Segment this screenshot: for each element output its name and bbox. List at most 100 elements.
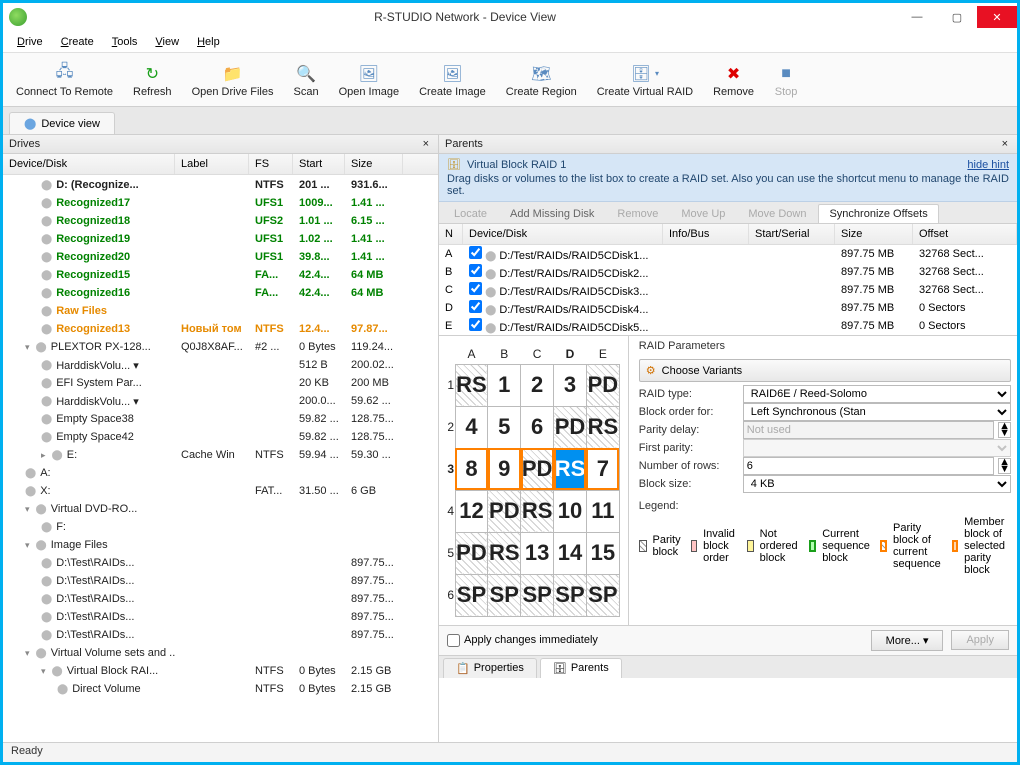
raid-cell[interactable]: SP <box>586 574 619 616</box>
drive-row[interactable]: Recognized18UFS21.01 ...6.15 ... <box>3 212 438 230</box>
raid-cell[interactable]: SP <box>488 574 521 616</box>
menu-tools[interactable]: Tools <box>104 34 146 50</box>
raid-cell[interactable]: SP <box>455 574 488 616</box>
raid-cell[interactable]: PD <box>586 364 619 406</box>
drive-row[interactable]: HarddiskVolu... ▾200.0...59.62 ... <box>3 392 438 410</box>
col-fs[interactable]: FS <box>249 154 293 174</box>
parents-panel-close[interactable]: × <box>999 138 1011 150</box>
drive-row[interactable]: Recognized17UFS11009...1.41 ... <box>3 194 438 212</box>
more-button[interactable]: More... ▾ <box>871 630 944 651</box>
raid-cell[interactable]: 7 <box>586 448 619 490</box>
toolbar-remove[interactable]: ✖Remove <box>706 59 761 101</box>
drives-panel-close[interactable]: × <box>420 138 432 150</box>
menu-create[interactable]: Create <box>53 34 102 50</box>
toolbar-create-virtual-raid[interactable]: 🗄▾Create Virtual RAID <box>590 59 700 101</box>
drive-row[interactable]: Empty Space4259.82 ...128.75... <box>3 428 438 446</box>
raid-cell[interactable]: 11 <box>586 490 619 532</box>
toolbar-scan[interactable]: 🔍Scan <box>286 59 325 101</box>
raid-cell[interactable]: 5 <box>488 406 521 448</box>
maximize-button[interactable]: ▢ <box>937 6 977 28</box>
drive-row[interactable]: Raw Files <box>3 302 438 320</box>
hide-hint-link[interactable]: hide hint <box>967 159 1009 171</box>
toolbar-create-image[interactable]: 🖼Create Image <box>412 59 493 101</box>
raid-cell[interactable]: RS <box>554 448 587 490</box>
parent-row[interactable]: C D:/Test/RAIDs/RAID5CDisk3...897.75 MB3… <box>439 281 1017 299</box>
raid-cell[interactable]: 15 <box>586 532 619 574</box>
raid-cell[interactable]: 12 <box>455 490 488 532</box>
raid-cell[interactable]: RS <box>488 532 521 574</box>
raid-cell[interactable]: 6 <box>521 406 554 448</box>
drive-row[interactable]: EFI System Par...20 KB200 MB <box>3 374 438 392</box>
drive-row[interactable]: Recognized19UFS11.02 ...1.41 ... <box>3 230 438 248</box>
close-button[interactable]: ✕ <box>977 6 1017 28</box>
drive-row[interactable]: Recognized20UFS139.8...1.41 ... <box>3 248 438 266</box>
toolbar-connect-to-remote[interactable]: 🖧Connect To Remote <box>9 59 120 101</box>
pcol-infobus[interactable]: Info/Bus <box>663 224 749 244</box>
raid-cell[interactable]: 14 <box>554 532 587 574</box>
raid-cell[interactable]: SP <box>554 574 587 616</box>
pcol-n[interactable]: N <box>439 224 463 244</box>
drive-row[interactable]: F: <box>3 518 438 536</box>
drive-row[interactable]: D:\Test\RAIDs...897.75... <box>3 572 438 590</box>
raid-cell[interactable]: SP <box>521 574 554 616</box>
raid-cell[interactable]: 8 <box>455 448 488 490</box>
raid-cell[interactable]: RS <box>455 364 488 406</box>
raid-cell[interactable]: 10 <box>554 490 587 532</box>
raid-cell[interactable]: 1 <box>488 364 521 406</box>
parent-row[interactable]: E D:/Test/RAIDs/RAID5CDisk5...897.75 MB0… <box>439 317 1017 335</box>
raid-cell[interactable]: 2 <box>521 364 554 406</box>
pcol-startserial[interactable]: Start/Serial <box>749 224 835 244</box>
drive-row[interactable]: Direct VolumeNTFS0 Bytes2.15 GB <box>3 680 438 698</box>
drive-row[interactable]: A: <box>3 464 438 482</box>
drive-row[interactable]: HarddiskVolu... ▾512 B200.02... <box>3 356 438 374</box>
drive-row[interactable]: Virtual Volume sets and ... <box>3 644 438 662</box>
apply-button[interactable]: Apply <box>951 630 1009 650</box>
param-numberofrows[interactable] <box>743 457 994 475</box>
param-raidtype[interactable]: RAID6E / Reed-Solomo <box>743 385 1011 403</box>
raid-cell[interactable]: PD <box>455 532 488 574</box>
raid-cell[interactable]: PD <box>488 490 521 532</box>
drive-row[interactable]: PLEXTOR PX-128...Q0J8X8AF...#2 ...0 Byte… <box>3 338 438 356</box>
menu-view[interactable]: View <box>147 34 187 50</box>
menu-drive[interactable]: Drive <box>9 34 51 50</box>
col-devicedisk[interactable]: Device/Disk <box>3 154 175 174</box>
drive-row[interactable]: D: (Recognize...NTFS201 ...931.6... <box>3 176 438 194</box>
drive-row[interactable]: D:\Test\RAIDs...897.75... <box>3 608 438 626</box>
minimize-button[interactable]: — <box>897 6 937 28</box>
drive-row[interactable]: D:\Test\RAIDs...897.75... <box>3 626 438 644</box>
apply-immediately-check[interactable]: Apply changes immediately <box>447 634 598 647</box>
toolbar-open-image[interactable]: 🖼Open Image <box>332 59 407 101</box>
drive-row[interactable]: Recognized13Новый томNTFS12.4...97.87... <box>3 320 438 338</box>
drive-row[interactable]: Image Files <box>3 536 438 554</box>
drive-row[interactable]: X:FAT...31.50 ...6 GB <box>3 482 438 500</box>
drive-row[interactable]: Recognized15FA...42.4...64 MB <box>3 266 438 284</box>
col-size[interactable]: Size <box>345 154 403 174</box>
pcol-size[interactable]: Size <box>835 224 913 244</box>
raid-cell[interactable]: 4 <box>455 406 488 448</box>
drive-row[interactable]: Virtual DVD-RO... <box>3 500 438 518</box>
toolbar-open-drive-files[interactable]: 📁Open Drive Files <box>185 59 281 101</box>
parent-row[interactable]: B D:/Test/RAIDs/RAID5CDisk2...897.75 MB3… <box>439 263 1017 281</box>
raid-cell[interactable]: 3 <box>554 364 587 406</box>
choose-variants-button[interactable]: ⚙Choose Variants <box>639 359 1011 382</box>
drive-row[interactable]: E:Cache WinNTFS59.94 ...59.30 ... <box>3 446 438 464</box>
raid-cell[interactable]: 9 <box>488 448 521 490</box>
menu-help[interactable]: Help <box>189 34 228 50</box>
col-start[interactable]: Start <box>293 154 345 174</box>
drive-row[interactable]: D:\Test\RAIDs...897.75... <box>3 554 438 572</box>
param-blockorderfor[interactable]: Left Synchronous (Stan <box>743 403 1011 421</box>
raid-cell[interactable]: PD <box>554 406 587 448</box>
drive-row[interactable]: Recognized16FA...42.4...64 MB <box>3 284 438 302</box>
subtab-add-missing-disk[interactable]: Add Missing Disk <box>499 204 605 223</box>
parent-row[interactable]: D D:/Test/RAIDs/RAID5CDisk4...897.75 MB0… <box>439 299 1017 317</box>
pcol-devicedisk[interactable]: Device/Disk <box>463 224 663 244</box>
raid-grid[interactable]: ABCDE1RS123PD2456PDRS389PDRS7412PDRS1011… <box>439 336 628 625</box>
pcol-offset[interactable]: Offset <box>913 224 1017 244</box>
drive-row[interactable]: Virtual Block RAI...NTFS0 Bytes2.15 GB <box>3 662 438 680</box>
parent-row[interactable]: A D:/Test/RAIDs/RAID5CDisk1...897.75 MB3… <box>439 245 1017 263</box>
toolbar-refresh[interactable]: ↻Refresh <box>126 59 179 101</box>
bottab-properties[interactable]: 📋Properties <box>443 658 537 678</box>
toolbar-create-region[interactable]: 🗺Create Region <box>499 59 584 101</box>
param-blocksize[interactable]: 4 KB <box>743 475 1011 493</box>
drive-row[interactable]: D:\Test\RAIDs...897.75... <box>3 590 438 608</box>
